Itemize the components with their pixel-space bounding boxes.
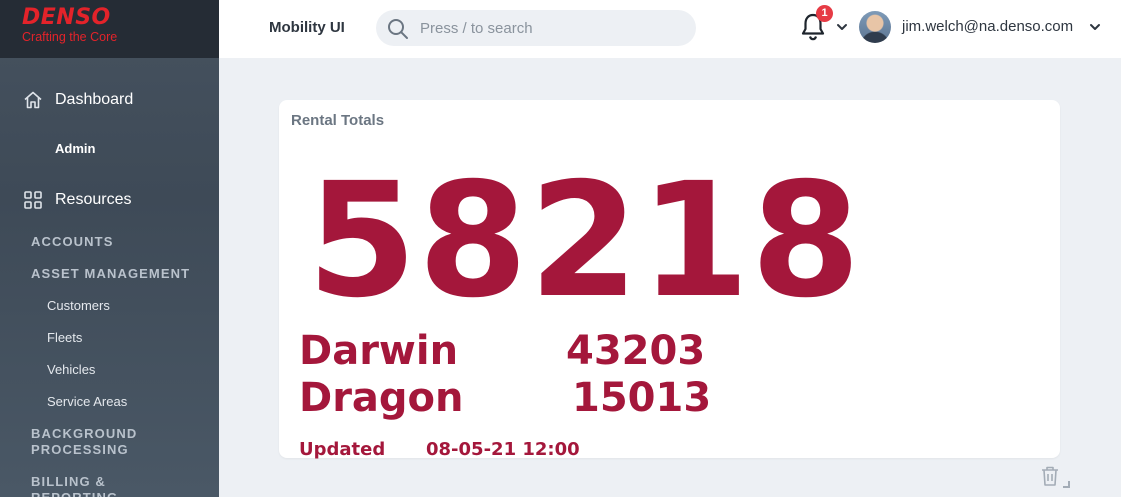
sidebar-section-accounts[interactable]: ACCOUNTS [31, 234, 211, 250]
sidebar-item-dashboard[interactable]: Dashboard [0, 88, 219, 112]
updated-value: 08-05-21 12:00 [426, 439, 580, 460]
home-icon [24, 91, 42, 109]
row-value-darwin: 43203 [566, 328, 706, 374]
notification-badge: 1 [816, 5, 833, 22]
rental-totals-card: Rental Totals 58218 Darwin 43203 Dragon … [279, 100, 1060, 460]
sidebar-section-billing-reporting[interactable]: BILLING & REPORTING [31, 474, 151, 497]
brand-tagline: Crafting the Core [22, 30, 118, 44]
sidebar-item-fleets[interactable]: Fleets [47, 330, 82, 345]
chevron-down-icon[interactable] [1089, 21, 1101, 33]
row-value-dragon: 15013 [572, 375, 712, 421]
top-bar: Mobility UI 1 jim.welch@na.denso.com [219, 0, 1121, 58]
brand-name: DENSO [22, 5, 111, 30]
sidebar-section-background-processing[interactable]: BACKGROUND PROCESSING [31, 426, 181, 458]
sidebar-item-admin[interactable]: Admin [55, 141, 95, 156]
brand-logo[interactable]: DENSO Crafting the Core [0, 0, 219, 58]
search-box[interactable] [376, 10, 696, 46]
sidebar-item-resources[interactable]: Resources [0, 188, 219, 212]
avatar[interactable] [859, 11, 891, 43]
user-email[interactable]: jim.welch@na.denso.com [902, 18, 1073, 35]
sidebar-item-service-areas[interactable]: Service Areas [47, 394, 127, 409]
card-title: Rental Totals [291, 112, 385, 129]
row-name-dragon: Dragon [299, 375, 464, 421]
sidebar-item-customers[interactable]: Customers [47, 298, 110, 313]
resize-handle[interactable] [1063, 481, 1070, 488]
sidebar-item-label: Resources [55, 191, 132, 208]
chevron-down-icon[interactable] [836, 21, 848, 33]
search-icon [388, 19, 408, 39]
trash-icon[interactable] [1040, 465, 1060, 487]
sidebar-item-vehicles[interactable]: Vehicles [47, 362, 95, 377]
rental-total-value: 58218 [307, 149, 862, 333]
sidebar: DENSO Crafting the Core Dashboard Admin … [0, 0, 219, 497]
search-input[interactable] [420, 10, 680, 46]
grid-icon [24, 191, 42, 209]
updated-label: Updated [299, 439, 386, 460]
app-title: Mobility UI [269, 19, 345, 36]
row-name-darwin: Darwin [299, 328, 459, 374]
sidebar-section-asset-management[interactable]: ASSET MANAGEMENT [31, 266, 211, 282]
sidebar-item-label: Dashboard [55, 91, 134, 108]
